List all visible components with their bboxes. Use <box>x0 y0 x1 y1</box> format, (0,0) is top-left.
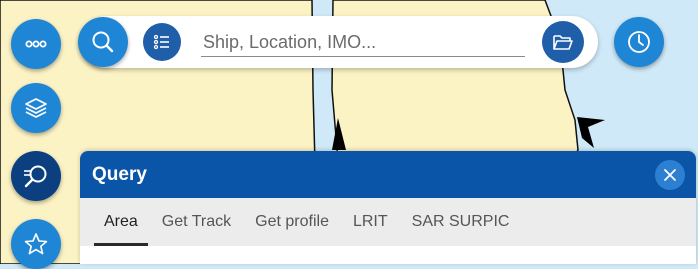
tab-bar: Area Get Track Get profile LRIT SAR SURP… <box>80 198 696 246</box>
query-panel: Query Area Get Track Get profile LRIT SA… <box>80 151 696 264</box>
query-search-icon <box>24 165 47 188</box>
open-folder-button[interactable] <box>542 21 584 63</box>
star-icon <box>24 233 48 255</box>
panel-header: Query <box>80 151 696 198</box>
clock-icon <box>628 31 650 53</box>
folder-open-icon <box>553 35 573 50</box>
favorites-button[interactable] <box>11 219 61 269</box>
query-button[interactable] <box>11 151 61 201</box>
close-button[interactable] <box>655 159 685 190</box>
tab-get-track[interactable]: Get Track <box>152 213 241 246</box>
list-button[interactable] <box>143 23 181 61</box>
tab-sar-surpic[interactable]: SAR SURPIC <box>402 213 520 246</box>
search-button[interactable] <box>78 17 128 67</box>
history-button[interactable] <box>614 17 664 67</box>
tab-get-profile[interactable]: Get profile <box>245 213 339 246</box>
layers-button[interactable] <box>11 83 61 133</box>
tab-area[interactable]: Area <box>94 213 148 246</box>
list-icon <box>153 34 169 50</box>
menu-button[interactable] <box>11 19 61 69</box>
search-input[interactable] <box>201 28 525 57</box>
layers-icon <box>25 98 47 118</box>
more-dots-icon <box>25 40 47 48</box>
search-bar <box>78 16 598 68</box>
tab-lrit[interactable]: LRIT <box>343 213 398 246</box>
search-icon <box>92 31 114 53</box>
panel-title: Query <box>92 163 147 185</box>
close-icon <box>664 168 676 181</box>
